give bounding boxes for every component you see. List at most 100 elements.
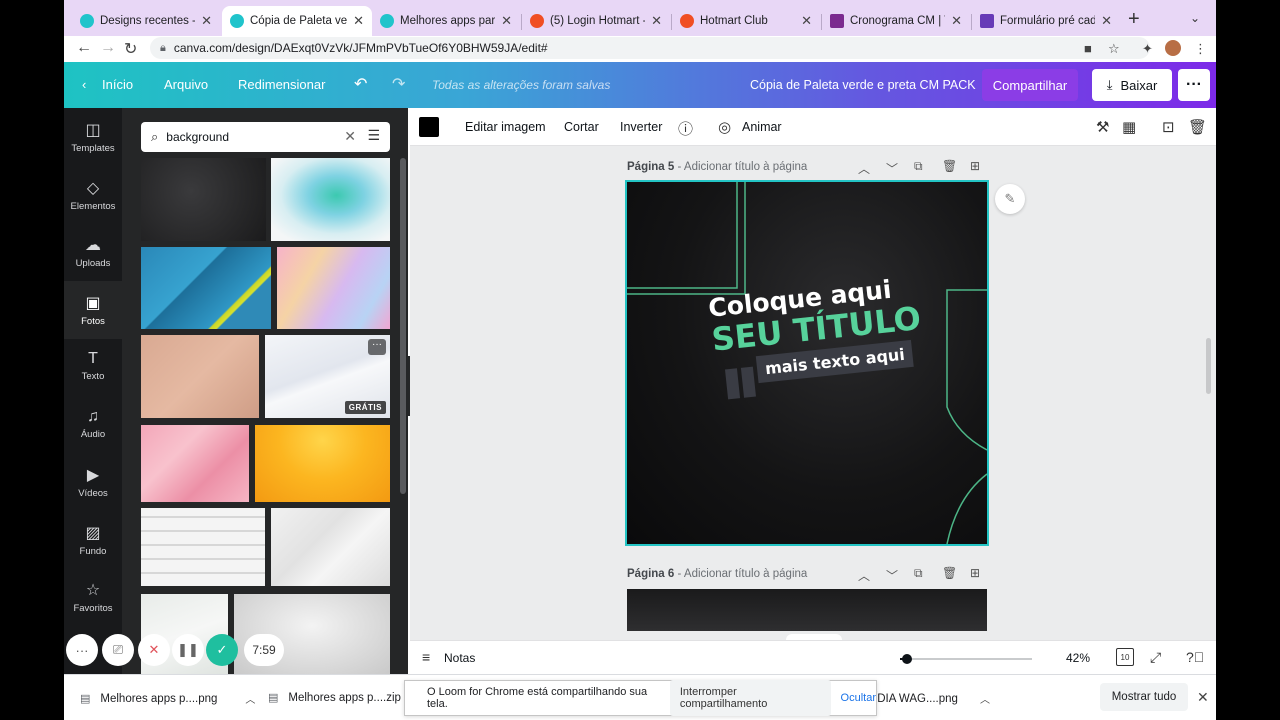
sidenav-item-uploads[interactable]: ☁ Uploads [64,223,122,281]
duplicate-page-icon[interactable]: ⧉ [914,566,923,581]
close-icon[interactable]: ✕ [501,13,512,29]
photo-thumb-white-marble[interactable]: ··· GRÁTIS [265,335,390,418]
color-swatch[interactable] [419,117,439,137]
help-icon[interactable]: ?⃝ [1186,649,1204,665]
loom-cancel-icon[interactable]: ✕ [138,634,170,666]
share-button[interactable]: Compartilhar [982,69,1078,101]
design-page-5[interactable]: Coloque aqui SEU TÍTULO mais texto aqui [625,180,989,546]
back-arrow-icon[interactable]: ← [76,39,92,57]
photo-thumb-blue-geometric[interactable] [141,247,271,329]
photo-thumb-skin-texture[interactable] [141,335,259,418]
forward-arrow-icon[interactable]: → [100,39,116,57]
sidenav-item-texto[interactable]: T Texto [64,338,122,396]
loom-more-icon[interactable]: ··· [66,634,98,666]
file-menu[interactable]: Arquivo [164,77,208,92]
reload-icon[interactable]: ↻ [124,39,137,59]
chevron-down-icon[interactable]: ﹀ [886,160,898,177]
photo-thumb-dark-texture[interactable] [141,158,266,241]
sidenav-item-vídeos[interactable]: ▶ Vídeos [64,453,122,511]
sidenav-item-fundo[interactable]: ▨ Fundo [64,511,122,569]
tab-hotmart-club[interactable]: Hotmart Club ✕ [672,6,820,36]
delete-page-icon[interactable]: 🗑︎ [942,566,957,580]
trash-icon[interactable]: 🗑︎ [1188,118,1207,136]
sidenav-item-templates[interactable]: ◫ Templates [64,108,122,166]
camera-recording-icon[interactable]: ■ [1084,41,1092,56]
fullscreen-icon[interactable]: ⤢ [1150,649,1161,666]
design-page-6[interactable] [627,589,987,631]
panel-scrollbar[interactable] [400,158,406,494]
paint-roller-icon[interactable]: ⚒ [1096,118,1109,136]
download-item[interactable]: ▤ Melhores apps p....zip [268,691,401,705]
photo-thumb-crumpled-paper[interactable] [271,508,390,586]
home-link[interactable]: Início [102,77,133,92]
chevron-up-icon[interactable]: ︿ [980,691,990,706]
sidenav-item-áudio[interactable]: ♫ Áudio [64,396,122,454]
show-all-downloads-button[interactable]: Mostrar tudo [1100,683,1188,711]
photo-search-input[interactable]: ⌕ background ✕ ☰ [141,122,390,152]
download-item[interactable]: ▤ Melhores apps p....png ︿ [80,691,255,707]
add-page-icon[interactable]: ⊞ [970,566,980,580]
close-icon[interactable]: ✕ [651,13,662,29]
clear-search-icon[interactable]: ✕ [344,128,356,145]
tab-melhores-apps[interactable]: Melhores apps para te ✕ [372,6,520,36]
sidenav-item-elementos[interactable]: ◇ Elementos [64,166,122,224]
stop-sharing-button[interactable]: Interromper compartilhamento [669,680,831,716]
lock-icon[interactable]: ⊡ [1162,118,1175,136]
photo-thumb-pastel-watercolor[interactable] [277,247,390,329]
transparency-icon[interactable]: ▦ [1122,118,1136,136]
chevron-down-icon[interactable]: ﹀ [886,567,898,584]
animate-button[interactable]: Animar [742,120,782,134]
hide-notice-button[interactable]: Ocultar [841,692,876,704]
tab-formulario[interactable]: Formulário pré cadas ✕ [972,6,1120,36]
design-title[interactable]: Cópia de Paleta verde e preta CM PACK [750,78,976,92]
redo-icon[interactable]: ↷ [392,74,405,94]
url-bar[interactable]: 🔒︎ canva.com/design/DAExqt0VzVk/JFMmPVbT… [150,37,1150,59]
zoom-slider[interactable] [900,654,1032,664]
add-comment-icon[interactable]: ✎ [995,184,1025,214]
loom-pause-icon[interactable]: ❚❚ [172,634,204,666]
editor-scrollbar[interactable] [1206,338,1211,394]
close-icon[interactable]: ✕ [1197,689,1209,706]
chevron-up-icon[interactable]: ︿ [858,160,870,177]
resize-button[interactable]: Redimensionar [238,77,325,92]
close-icon[interactable]: ✕ [801,13,812,29]
close-icon[interactable]: ✕ [201,13,212,29]
delete-page-icon[interactable]: 🗑︎ [942,159,957,173]
bookmark-star-icon[interactable]: ☆ [1108,41,1120,57]
loom-finish-check-icon[interactable]: ✓ [206,634,238,666]
close-icon[interactable]: ✕ [353,13,364,29]
photo-thumb-pink-polygon[interactable] [141,425,249,502]
duplicate-page-icon[interactable]: ⧉ [914,159,923,174]
notes-button[interactable]: Notas [444,651,475,665]
home-chevron-left-icon[interactable]: ‹ [82,77,86,92]
loom-camera-icon[interactable]: ⎚ [102,634,134,666]
sidenav-item-fotos[interactable]: ▣ Fotos [64,280,122,339]
crop-button[interactable]: Cortar [564,120,599,134]
zoom-level[interactable]: 42% [1066,651,1090,665]
photo-thumb-white-brick[interactable] [141,508,265,586]
download-button[interactable]: ⤓ Baixar [1092,69,1172,101]
page-count-icon[interactable]: 10 [1116,648,1134,666]
new-tab-plus-icon[interactable]: + [1128,8,1140,31]
photo-thumb-orange-gradient[interactable] [255,425,390,502]
flip-button[interactable]: Inverter [620,120,662,134]
profile-avatar[interactable] [1165,40,1181,56]
tab-cronograma[interactable]: Cronograma CM | Trel ✕ [822,6,970,36]
edit-image-button[interactable]: Editar imagem [465,120,546,134]
photo-thumb-watercolor-teal[interactable] [271,158,390,241]
extensions-puzzle-icon[interactable]: ✦ [1142,41,1153,57]
add-page-icon[interactable]: ⊞ [970,159,980,173]
more-options-icon[interactable]: ··· [1178,69,1210,101]
page-5-label[interactable]: Página 5 - Adicionar título à página [627,161,807,173]
zoom-slider-knob[interactable] [901,654,912,664]
sidenav-item-favoritos[interactable]: ☆ Favoritos [64,568,122,626]
close-icon[interactable]: ✕ [1101,13,1112,29]
tab-login-hotmart[interactable]: (5) Login Hotmart - A ✕ [522,6,670,36]
page-6-label[interactable]: Página 6 - Adicionar título à página [627,568,807,580]
tab-designs-recentes[interactable]: Designs recentes - Ca ✕ [72,6,220,36]
tab-search-chevron-icon[interactable]: ⌄ [1190,11,1200,25]
filter-sliders-icon[interactable]: ☰ [367,127,380,144]
undo-icon[interactable]: ↶ [354,74,367,94]
chevron-up-icon[interactable]: ︿ [858,567,870,584]
more-options-icon[interactable]: ··· [368,339,386,355]
